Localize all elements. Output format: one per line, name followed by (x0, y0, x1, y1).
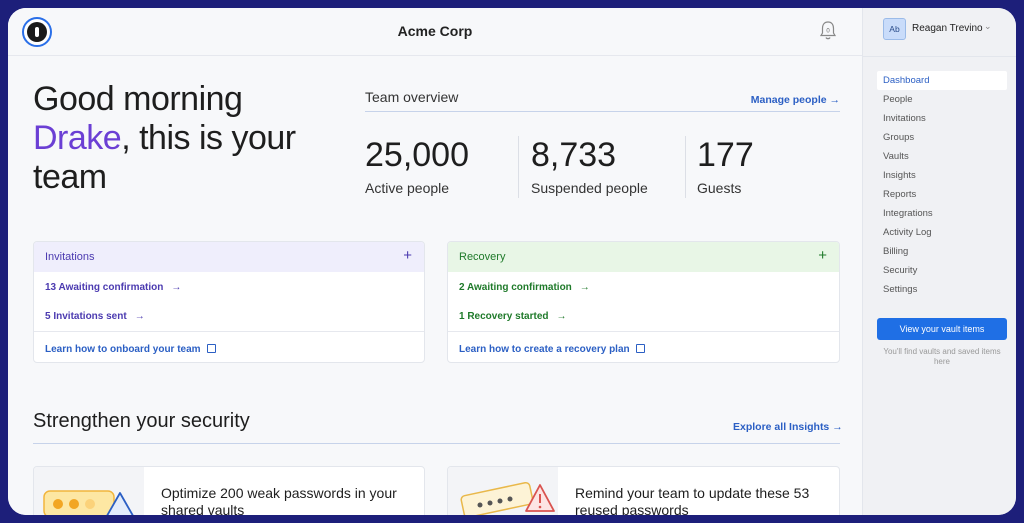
sidebar-item-dashboard[interactable]: Dashboard (877, 71, 1007, 90)
recovery-started-link[interactable]: 1 Recovery started → (459, 311, 567, 322)
reused-passwords-card[interactable]: Remind your team to update these 53 reus… (447, 466, 840, 515)
notification-bell-icon[interactable]: 0 (818, 20, 838, 42)
stat-value: 8,733 (531, 136, 617, 174)
weak-passwords-text: Optimize 200 weak passwords in your shar… (161, 485, 397, 515)
view-vault-items-button[interactable]: View your vault items (877, 318, 1007, 340)
stat-active-people[interactable]: 25,000 Active people (365, 136, 469, 198)
notification-count: 0 (826, 29, 830, 35)
arrow-right-icon: → (556, 311, 567, 322)
reused-password-illustration (448, 467, 558, 515)
team-overview: Team overview Manage people → 25,000 Act… (365, 88, 840, 198)
sidebar-item-invitations[interactable]: Invitations (877, 109, 1007, 128)
sidebar-item-groups[interactable]: Groups (877, 128, 1007, 147)
learn-recovery-link[interactable]: Learn how to create a recovery plan (459, 344, 645, 355)
stat-value: 25,000 (365, 136, 469, 174)
invitations-title: Invitations (45, 251, 95, 263)
weak-passwords-card[interactable]: Optimize 200 weak passwords in your shar… (33, 466, 425, 515)
invitations-sent-link[interactable]: 5 Invitations sent → (45, 311, 145, 322)
arrow-right-icon: → (171, 282, 182, 293)
sidebar-item-vaults[interactable]: Vaults (877, 147, 1007, 166)
explore-insights-link[interactable]: Explore all Insights → (733, 421, 843, 433)
stat-divider (518, 136, 519, 198)
recovery-title: Recovery (459, 251, 506, 263)
avatar[interactable]: Ab (883, 18, 906, 40)
greeting-heading: Good morning Drake, this is your team (33, 80, 343, 197)
sidebar-item-activity-log[interactable]: Activity Log (877, 223, 1007, 242)
vault-note: You'll find vaults and saved items here (883, 347, 1001, 366)
sidebar-item-integrations[interactable]: Integrations (877, 204, 1007, 223)
security-section-title: Strengthen your security (33, 410, 250, 432)
recovery-card-header: Recovery + (448, 242, 839, 272)
invitations-card: Invitations + 13 Awaiting confirmation → … (33, 241, 425, 363)
greeting-line1: Good morning (33, 80, 243, 118)
main-content: Acme Corp 0 Good morning Drake, this is … (8, 8, 862, 515)
stat-label: Suspended people (531, 180, 648, 196)
recovery-card: Recovery + 2 Awaiting confirmation → 1 Re… (447, 241, 840, 363)
app-window: Acme Corp 0 Good morning Drake, this is … (8, 8, 1016, 515)
team-overview-title: Team overview (365, 89, 459, 105)
manage-people-link[interactable]: Manage people → (751, 94, 840, 106)
greeting-name: Drake (33, 119, 122, 157)
sidebar-item-people[interactable]: People (877, 90, 1007, 109)
stat-value: 177 (697, 136, 754, 174)
reused-passwords-text: Remind your team to update these 53 reus… (575, 485, 810, 515)
user-name[interactable]: Reagan Trevino (912, 23, 983, 34)
sidebar-item-settings[interactable]: Settings (877, 280, 1007, 299)
invitations-awaiting-link[interactable]: 13 Awaiting confirmation → (45, 282, 181, 293)
account-title: Acme Corp (397, 23, 473, 39)
sidebar-item-reports[interactable]: Reports (877, 185, 1007, 204)
weak-password-illustration (34, 467, 144, 515)
add-recovery-icon[interactable]: + (818, 247, 827, 264)
add-invitation-icon[interactable]: + (403, 247, 412, 264)
external-link-icon (635, 344, 645, 353)
sidebar-item-insights[interactable]: Insights (877, 166, 1007, 185)
stat-label: Active people (365, 180, 450, 196)
chevron-down-icon[interactable]: ⌄ (984, 21, 992, 32)
sidebar: Ab Reagan Trevino ⌄ Dashboard People Inv… (862, 8, 1016, 515)
sidebar-nav: Dashboard People Invitations Groups Vaul… (877, 71, 1007, 299)
arrow-right-icon: → (579, 282, 590, 293)
arrow-right-icon: → (134, 311, 145, 322)
sidebar-item-security[interactable]: Security (877, 261, 1007, 280)
stats-row: 25,000 Active people 8,733 Suspended peo… (365, 136, 840, 198)
stat-guests[interactable]: 177 Guests (697, 136, 754, 198)
stat-label: Guests (697, 180, 742, 196)
stat-divider (685, 136, 686, 198)
stat-suspended-people[interactable]: 8,733 Suspended people (531, 136, 648, 198)
sidebar-item-billing[interactable]: Billing (877, 242, 1007, 261)
top-bar: Acme Corp 0 (8, 8, 862, 56)
external-link-icon (206, 344, 216, 353)
invitations-card-header: Invitations + (34, 242, 424, 272)
recovery-awaiting-link[interactable]: 2 Awaiting confirmation → (459, 282, 590, 293)
learn-onboard-link[interactable]: Learn how to onboard your team (45, 344, 216, 355)
